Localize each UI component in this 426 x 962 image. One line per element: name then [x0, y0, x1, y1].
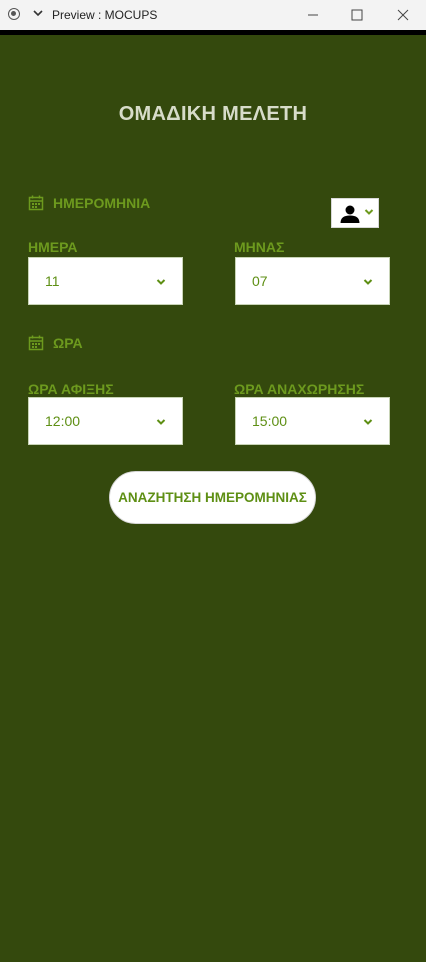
search-date-button[interactable]: ΑΝΑΖΗΤΗΣΗ ΗΜΕΡΟΜΗΝΙΑΣ: [109, 471, 316, 524]
window-title: Preview : MOCUPS: [52, 8, 158, 22]
time-section-label: ΩΡΑ: [53, 335, 83, 351]
window-titlebar: Preview : MOCUPS: [0, 0, 426, 30]
arrival-time-select[interactable]: 12:00: [28, 397, 183, 445]
departure-time-value: 15:00: [252, 413, 288, 429]
arrival-time-label: ΩΡΑ ΑΦΙΞΗΣ: [28, 381, 114, 397]
departure-time-label: ΩΡΑ ΑΝΑΧΩΡΗΣΗΣ: [234, 381, 365, 397]
chevron-down-icon: [364, 209, 374, 215]
day-value: 11: [45, 273, 60, 289]
date-section-heading: ΗΜΕΡΟΜΗΝΙΑ: [28, 194, 150, 212]
month-label: ΜΗΝΑΣ: [234, 239, 285, 255]
close-icon[interactable]: [392, 4, 414, 26]
day-select[interactable]: 11: [28, 257, 183, 305]
chevron-down-icon: [363, 279, 373, 285]
maximize-icon[interactable]: [346, 4, 368, 26]
time-section-heading: ΩΡΑ: [28, 334, 83, 352]
top-divider: [0, 30, 426, 35]
calendar-icon: [28, 195, 44, 211]
record-icon: [8, 8, 20, 20]
chevron-down-icon: [363, 419, 373, 425]
chevron-down-icon[interactable]: [32, 7, 44, 19]
search-date-label: ΑΝΑΖΗΤΗΣΗ ΗΜΕΡΟΜΗΝΙΑΣ: [118, 490, 307, 505]
user-menu-button[interactable]: [331, 198, 379, 228]
month-select[interactable]: 07: [235, 257, 390, 305]
chevron-down-icon: [156, 279, 166, 285]
chevron-down-icon: [156, 419, 166, 425]
departure-time-select[interactable]: 15:00: [235, 397, 390, 445]
day-label: ΗΜΕΡΑ: [28, 239, 78, 255]
calendar-icon: [28, 335, 44, 351]
date-section-label: ΗΜΕΡΟΜΗΝΙΑ: [53, 195, 151, 211]
month-value: 07: [252, 273, 268, 289]
minimize-icon[interactable]: [302, 4, 324, 26]
page-title: ΟΜΑΔΙΚΗ ΜΕΛΕΤΗ: [118, 103, 308, 125]
arrival-time-value: 12:00: [45, 413, 81, 429]
user-icon: [340, 205, 360, 223]
